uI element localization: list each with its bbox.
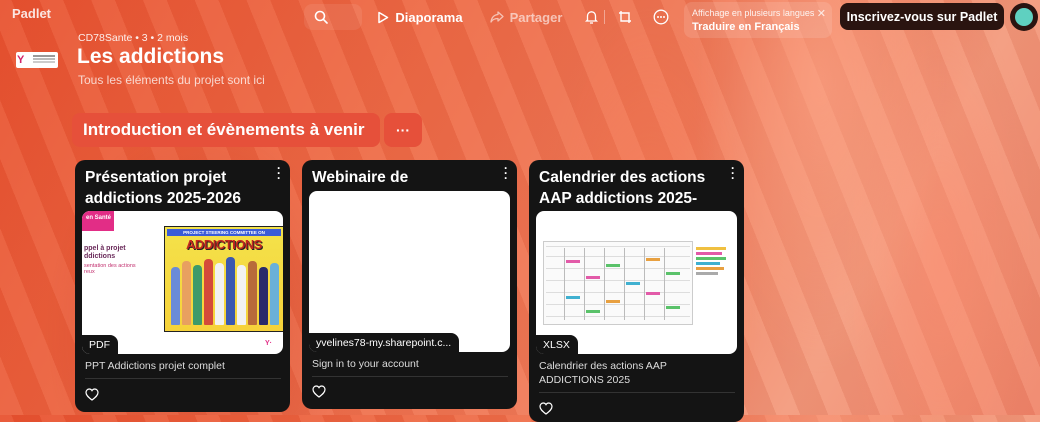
divider: [539, 392, 735, 393]
post-card[interactable]: Webinaire de présentation ··· yvelines78…: [302, 160, 517, 409]
sheet-gridline: [644, 248, 645, 320]
page-subtitle: Tous les éléments du projet sont ici: [78, 73, 265, 87]
spreadsheet-thumbnail: [543, 241, 693, 325]
comic-illustration: PROJECT STEERING COMMITTEE ON ADDICTIONS: [164, 226, 283, 332]
sheet-cell: [626, 282, 640, 285]
crop-icon: [619, 11, 631, 23]
more-vertical-icon[interactable]: · · ·: [730, 162, 736, 184]
sheet-cell: [646, 292, 660, 295]
comic-figure: [193, 265, 202, 325]
sheet-gridline: [546, 292, 690, 293]
sheet-cell: [606, 264, 620, 267]
bell-icon: [584, 11, 598, 24]
comic-figure: [270, 263, 279, 325]
attachment-type-tag: PDF: [82, 335, 118, 354]
sheet-gridline: [546, 246, 690, 247]
divider: [312, 376, 508, 377]
sheet-gridline: [564, 248, 565, 320]
spreadsheet-preview[interactable]: XLSX: [536, 211, 737, 354]
toolbar-divider: [604, 10, 605, 24]
post-card[interactable]: Présentation projet addictions 2025-2026…: [75, 160, 290, 412]
post-body: PPT Addictions projet complet: [85, 360, 225, 372]
heart-icon[interactable]: [539, 402, 553, 415]
comic-figure: [259, 267, 268, 325]
sheet-cell: [586, 276, 600, 279]
sheet-gridline: [604, 248, 605, 320]
section-more-button[interactable]: ···: [384, 113, 422, 147]
sheet-cell: [646, 258, 660, 261]
sheet-cell: [606, 300, 620, 303]
diaporama-button[interactable]: Diaporama: [370, 4, 470, 30]
padlet-logo[interactable]: Padlet: [12, 6, 51, 21]
comic-figure: [171, 267, 180, 325]
translate-hint: Affichage en plusieurs langues: [692, 8, 815, 18]
sheet-cell: [666, 272, 680, 275]
sheet-gridline: [664, 248, 665, 320]
more-horizontal-icon: [653, 9, 669, 25]
pdf-subheading: sentation des actions reux: [84, 263, 136, 275]
signup-button[interactable]: Inscrivez-vous sur Padlet: [840, 3, 1004, 30]
sheet-gridline: [624, 248, 625, 320]
sheet-gridline: [584, 248, 585, 320]
more-options-button[interactable]: [650, 4, 672, 30]
avatar-icon: [1015, 8, 1033, 26]
organization-logo: Y: [16, 52, 58, 68]
heart-icon[interactable]: [85, 388, 99, 401]
post-card[interactable]: Calendrier des actions AAP addictions 20…: [529, 160, 744, 422]
avatar[interactable]: [1010, 3, 1038, 31]
comic-figure: [248, 261, 257, 325]
divider: [85, 378, 281, 379]
play-icon: [378, 11, 389, 23]
sheet-gridline: [546, 304, 690, 305]
remake-button[interactable]: [614, 4, 636, 30]
attachment-type-tag: XLSX: [536, 335, 578, 354]
sheet-gridline: [546, 256, 690, 257]
organization-logo-text: [33, 55, 55, 57]
post-title: Présentation projet addictions 2025-2026: [85, 169, 241, 207]
pdf-cover-text: en Santé ppel à projet ddictions sentati…: [82, 211, 162, 354]
more-vertical-icon[interactable]: · · ·: [503, 162, 509, 184]
post-body: Calendrier des actions AAP ADDICTIONS 20…: [539, 360, 667, 386]
comic-figure: [226, 257, 235, 325]
page-title: Les addictions: [77, 45, 225, 68]
sheet-cell: [666, 306, 680, 309]
section-title[interactable]: Introduction et évènements à venir: [72, 113, 380, 147]
sheet-gridline: [546, 316, 690, 317]
post-attachment-preview[interactable]: en Santé ppel à projet ddictions sentati…: [82, 211, 283, 354]
sheet-cell: [566, 260, 580, 263]
heart-icon[interactable]: [312, 385, 326, 398]
close-icon[interactable]: ✕: [817, 7, 826, 20]
comic-figure: [215, 263, 224, 325]
spreadsheet-legend: [696, 247, 732, 277]
pdf-logo-mark: Y·: [265, 340, 272, 347]
pdf-badge: en Santé: [82, 211, 114, 231]
comic-title: ADDICTIONS: [186, 237, 262, 252]
sheet-cell: [566, 296, 580, 299]
translate-banner[interactable]: Affichage en plusieurs langues Traduire …: [684, 2, 832, 38]
diaporama-label: Diaporama: [395, 9, 463, 25]
notifications-button[interactable]: [580, 4, 602, 30]
link-domain-tag: yvelines78-my.sharepoint.c...: [309, 333, 460, 352]
top-bar: Padlet Diaporama Partager Affichage en p…: [0, 0, 1040, 38]
share-label: Partager: [509, 9, 563, 25]
translate-action[interactable]: Traduire en Français: [692, 21, 800, 33]
share-button[interactable]: Partager: [480, 4, 572, 30]
sheet-gridline: [546, 268, 690, 269]
comic-figure: [237, 265, 246, 325]
sheet-gridline: [546, 280, 690, 281]
share-icon: [489, 11, 504, 23]
sheet-cell: [586, 310, 600, 313]
post-body: Sign in to your account: [312, 358, 419, 370]
link-preview[interactable]: yvelines78-my.sharepoint.c...: [309, 191, 510, 352]
padlet-meta: CD78Sante • 3 • 2 mois: [78, 32, 189, 44]
comic-header: PROJECT STEERING COMMITTEE ON: [167, 229, 281, 236]
search-icon: [314, 10, 328, 24]
more-vertical-icon[interactable]: · · ·: [276, 162, 282, 184]
pdf-heading: ppel à projet ddictions: [84, 245, 126, 260]
comic-figure: [182, 261, 191, 325]
search-button[interactable]: [304, 4, 362, 30]
comic-figure: [204, 259, 213, 325]
organization-logo-mark: Y: [17, 54, 25, 66]
